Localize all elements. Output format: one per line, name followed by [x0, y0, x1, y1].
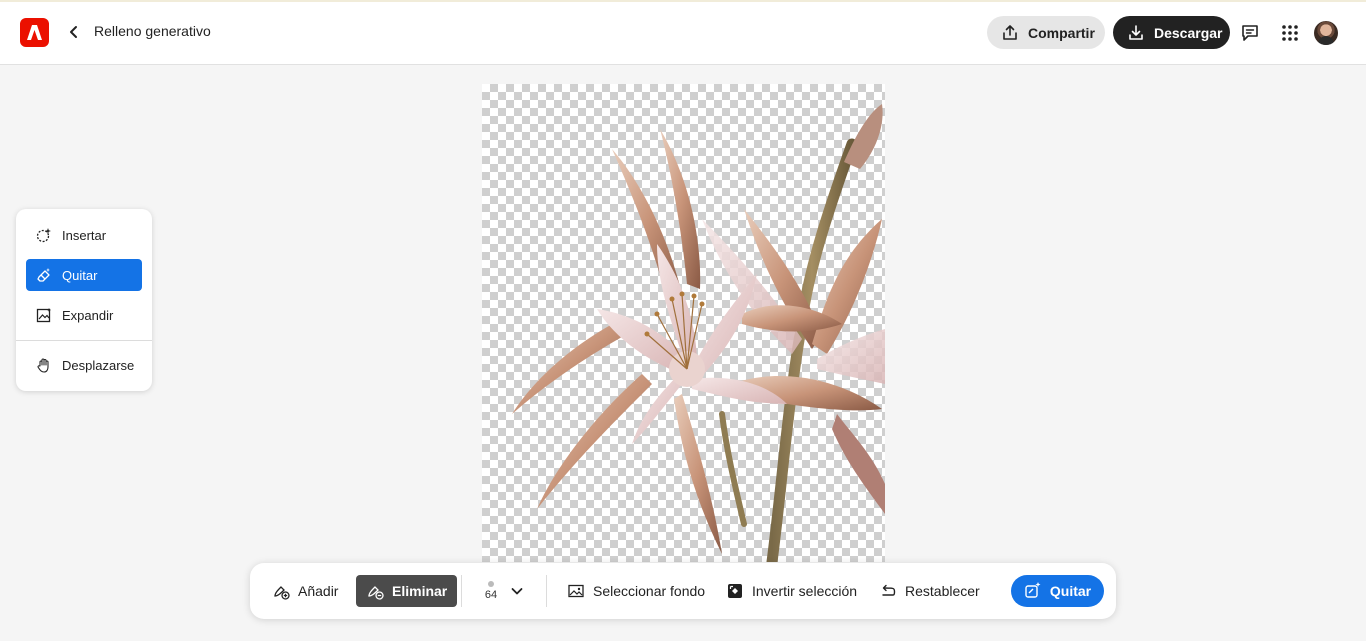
tool-remove[interactable]: Quitar	[26, 259, 142, 291]
brush-size-control[interactable]: 64	[476, 579, 506, 609]
chevron-down-icon	[508, 582, 526, 600]
lily-image	[512, 104, 885, 562]
share-label: Compartir	[1028, 24, 1095, 41]
image-icon	[567, 582, 585, 600]
page-title: Relleno generativo	[94, 23, 211, 39]
tool-expand-label: Expandir	[62, 307, 114, 323]
toolbar-divider	[461, 575, 462, 607]
invert-selection-button[interactable]: Invertir selección	[726, 575, 857, 607]
generative-remove-icon	[1024, 581, 1042, 602]
invert-selection-icon	[726, 582, 744, 600]
brush-subtract-icon	[366, 582, 384, 600]
reset-button[interactable]: Restablecer	[879, 575, 980, 607]
comment-icon[interactable]	[1240, 23, 1260, 43]
apps-grid-icon[interactable]	[1280, 23, 1300, 43]
tool-divider	[16, 340, 152, 341]
app-header: Relleno generativo Compartir Descargar	[0, 2, 1366, 65]
bottom-toolbar: Añadir Eliminar 64 Seleccionar fondo Inv…	[250, 563, 1116, 619]
back-chevron-icon[interactable]	[66, 24, 82, 40]
download-button[interactable]: Descargar	[1113, 16, 1230, 49]
brush-size-dropdown[interactable]	[508, 575, 526, 607]
tool-expand[interactable]: Expandir	[26, 299, 142, 331]
expand-icon	[36, 307, 52, 323]
reset-label: Restablecer	[905, 583, 980, 599]
remove-primary-label: Quitar	[1049, 583, 1092, 599]
tool-remove-label: Quitar	[62, 267, 98, 283]
hand-icon	[36, 357, 52, 373]
share-button[interactable]: Compartir	[987, 16, 1105, 49]
share-icon	[1003, 24, 1017, 40]
select-background-button[interactable]: Seleccionar fondo	[567, 575, 705, 607]
remove-primary-button[interactable]: Quitar	[1011, 575, 1104, 607]
toolbar-divider	[546, 575, 547, 607]
erase-button[interactable]: Eliminar	[356, 575, 458, 607]
download-icon	[1129, 24, 1143, 40]
tool-pan[interactable]: Desplazarse	[26, 349, 142, 381]
generative-insert-icon	[36, 227, 52, 243]
brush-preview-dot	[488, 581, 494, 587]
tool-panel: Insertar Quitar Expandir Desplazarse	[16, 209, 152, 391]
tool-insert[interactable]: Insertar	[26, 219, 142, 251]
brush-add-icon	[272, 582, 290, 600]
brush-size-value: 64	[484, 589, 498, 601]
download-label: Descargar	[1154, 24, 1223, 41]
remove-icon	[36, 267, 52, 283]
tool-insert-label: Insertar	[62, 227, 107, 243]
invert-selection-label: Invertir selección	[752, 583, 858, 599]
undo-icon	[879, 582, 897, 600]
user-avatar[interactable]	[1314, 21, 1338, 45]
image-canvas[interactable]	[482, 84, 885, 562]
tool-pan-label: Desplazarse	[62, 357, 135, 373]
add-button[interactable]: Añadir	[272, 575, 338, 607]
select-background-label: Seleccionar fondo	[593, 583, 706, 599]
erase-label: Eliminar	[392, 583, 448, 599]
add-label: Añadir	[298, 583, 339, 599]
adobe-logo-icon[interactable]	[20, 18, 49, 47]
